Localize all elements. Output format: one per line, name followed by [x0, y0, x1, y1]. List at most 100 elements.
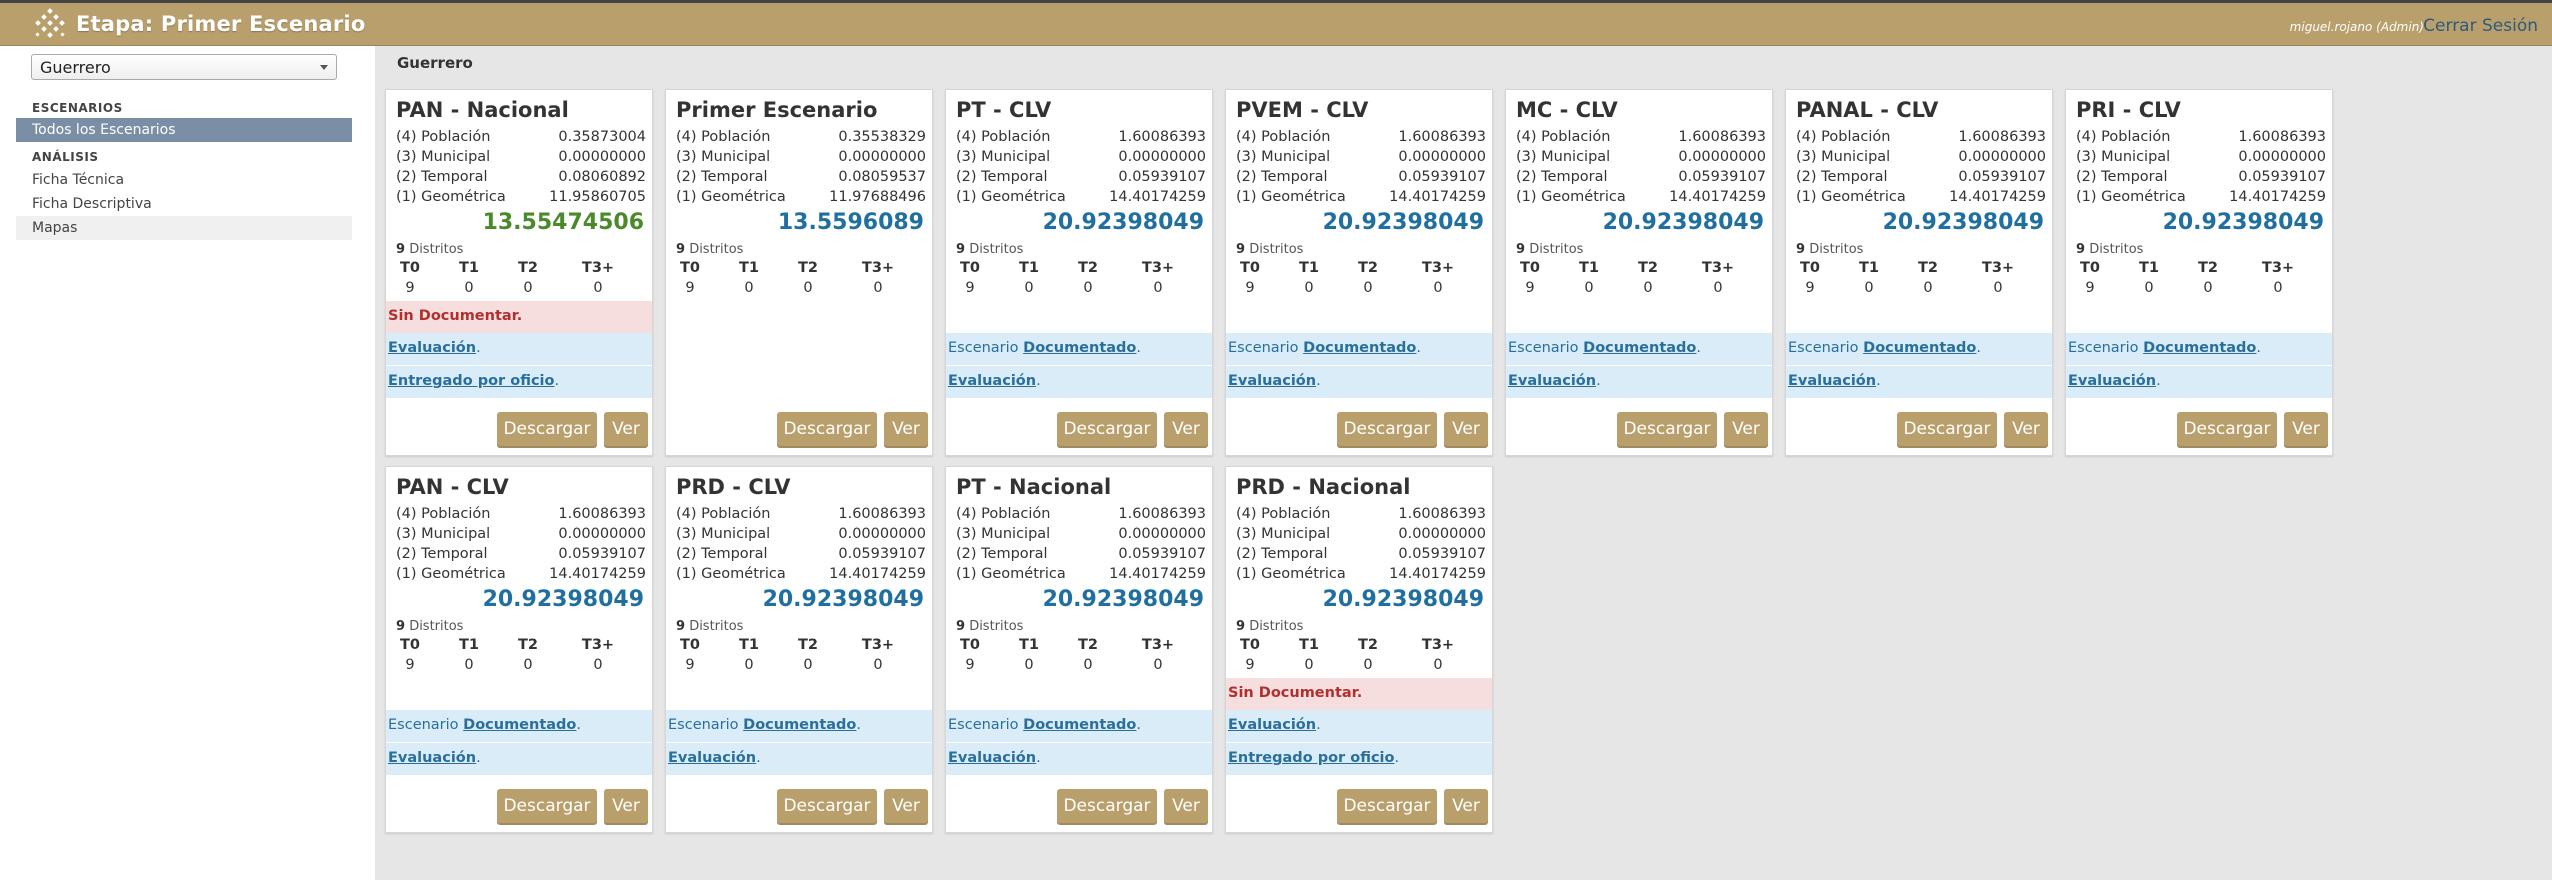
download-button[interactable]: Descargar: [1337, 412, 1437, 448]
documented-link[interactable]: Documentado: [1023, 717, 1136, 733]
status-undocumented: Sin Documentar.: [1226, 678, 1492, 710]
metric-label: (2) Temporal: [2076, 169, 2168, 185]
metric-label: (4) Población: [396, 506, 491, 522]
metric-row: (2) Temporal 0.05939107: [1516, 169, 1766, 189]
tier-value: 9: [1245, 280, 1255, 296]
download-button[interactable]: Descargar: [1057, 412, 1157, 448]
logout-link[interactable]: Cerrar Sesión: [2423, 16, 2538, 36]
evaluation-link[interactable]: Evaluación: [1788, 373, 1876, 389]
metric-value: 1.60086393: [558, 506, 646, 522]
metric-row: (3) Municipal 0.00000000: [1796, 149, 2046, 169]
tier-value: 0: [1304, 657, 1314, 673]
metric-value: 0.05939107: [558, 546, 646, 562]
evaluation-link[interactable]: Evaluación: [2068, 373, 2156, 389]
tier-value: 9: [405, 280, 415, 296]
view-button[interactable]: Ver: [2004, 412, 2048, 448]
tier-header: T2: [798, 637, 818, 653]
view-button[interactable]: Ver: [604, 789, 648, 825]
tier-value: 0: [1083, 280, 1093, 296]
view-button[interactable]: Ver: [1164, 789, 1208, 825]
total-score: 20.92398049: [1882, 210, 2044, 235]
total-score: 20.92398049: [1322, 587, 1484, 612]
documented-link[interactable]: Documentado: [463, 717, 576, 733]
view-button[interactable]: Ver: [1444, 412, 1488, 448]
tier-value: 0: [803, 280, 813, 296]
districts-count: 9 Distritos: [396, 242, 464, 257]
download-button[interactable]: Descargar: [777, 412, 877, 448]
tier-value: 0: [1024, 657, 1034, 673]
evaluation-link[interactable]: Evaluación: [1228, 373, 1316, 389]
tier-header: T1: [1299, 637, 1319, 653]
view-button[interactable]: Ver: [1164, 412, 1208, 448]
view-button[interactable]: Ver: [884, 412, 928, 448]
view-button[interactable]: Ver: [604, 412, 648, 448]
tier-header: T1: [2139, 260, 2159, 276]
documented-band: Escenario Documentado.: [1226, 333, 1492, 365]
tier-header: T2: [1358, 260, 1378, 276]
evaluation-link[interactable]: Evaluación: [1508, 373, 1596, 389]
scenario-card: MC - CLV (4) Población 1.60086393 (3) Mu…: [1505, 89, 1773, 456]
metric-row: (3) Municipal 0.00000000: [1236, 149, 1486, 169]
sidebar-item-ficha-tecnica[interactable]: Ficha Técnica: [16, 168, 352, 192]
evaluation-link[interactable]: Evaluación: [1228, 717, 1316, 733]
download-button[interactable]: Descargar: [1617, 412, 1717, 448]
metric-row: (3) Municipal 0.00000000: [956, 526, 1206, 546]
documented-link[interactable]: Documentado: [1863, 340, 1976, 356]
tier-value: 0: [1304, 280, 1314, 296]
view-button[interactable]: Ver: [1444, 789, 1488, 825]
scenario-card: PT - CLV (4) Población 1.60086393 (3) Mu…: [945, 89, 1213, 456]
scenario-card: PRD - Nacional (4) Población 1.60086393 …: [1225, 466, 1493, 833]
documented-link[interactable]: Documentado: [1303, 340, 1416, 356]
metric-value: 14.40174259: [829, 566, 926, 582]
scenario-card: PRI - CLV (4) Población 1.60086393 (3) M…: [2065, 89, 2333, 456]
documented-link[interactable]: Documentado: [1023, 340, 1136, 356]
top-bar: Etapa: Primer Escenario miguel.rojano (A…: [0, 0, 2552, 46]
metric-value: 0.05939107: [1398, 546, 1486, 562]
metric-row: (1) Geométrica 11.95860705: [396, 189, 646, 209]
evaluation-band: Evaluación.: [386, 333, 652, 365]
evaluation-link[interactable]: Evaluación: [388, 340, 476, 356]
evaluation-link[interactable]: Evaluación: [948, 750, 1036, 766]
metric-row: (2) Temporal 0.05939107: [676, 546, 926, 566]
scenario-word: Escenario: [948, 340, 1019, 356]
delivered-band: Entregado por oficio.: [1226, 743, 1492, 775]
download-button[interactable]: Descargar: [1057, 789, 1157, 825]
tier-value: 0: [1993, 280, 2003, 296]
metric-value: 0.00000000: [558, 149, 646, 165]
metric-label: (2) Temporal: [676, 169, 768, 185]
documented-link[interactable]: Documentado: [743, 717, 856, 733]
delivered-link[interactable]: Entregado por oficio: [388, 373, 554, 389]
evaluation-link[interactable]: Evaluación: [948, 373, 1036, 389]
metric-value: 1.60086393: [1118, 506, 1206, 522]
download-button[interactable]: Descargar: [1337, 789, 1437, 825]
evaluation-link[interactable]: Evaluación: [668, 750, 756, 766]
view-button[interactable]: Ver: [884, 789, 928, 825]
view-button[interactable]: Ver: [1724, 412, 1768, 448]
sidebar-item-all-scenarios[interactable]: Todos los Escenarios: [16, 118, 352, 142]
sidebar-item-mapas[interactable]: Mapas: [16, 216, 352, 240]
documented-link[interactable]: Documentado: [2143, 340, 2256, 356]
sidebar-item-ficha-descriptiva[interactable]: Ficha Descriptiva: [16, 192, 352, 216]
metric-value: 1.60086393: [1398, 506, 1486, 522]
download-button[interactable]: Descargar: [2177, 412, 2277, 448]
evaluation-band: Evaluación.: [386, 743, 652, 775]
documented-link[interactable]: Documentado: [1583, 340, 1696, 356]
view-button[interactable]: Ver: [2284, 412, 2328, 448]
state-select[interactable]: Guerrero: [31, 54, 337, 80]
metric-label: (4) Población: [956, 506, 1051, 522]
delivered-link[interactable]: Entregado por oficio: [1228, 750, 1394, 766]
download-button[interactable]: Descargar: [497, 789, 597, 825]
tier-header: T2: [518, 637, 538, 653]
tier-value: 0: [744, 280, 754, 296]
scenario-word: Escenario: [388, 717, 459, 733]
districts-count: 9 Distritos: [1516, 242, 1584, 257]
evaluation-link[interactable]: Evaluación: [388, 750, 476, 766]
metric-row: (2) Temporal 0.05939107: [956, 169, 1206, 189]
districts-count: 9 Distritos: [956, 242, 1024, 257]
tier-header: T3+: [581, 637, 615, 653]
download-button[interactable]: Descargar: [777, 789, 877, 825]
download-button[interactable]: Descargar: [497, 412, 597, 448]
download-button[interactable]: Descargar: [1897, 412, 1997, 448]
tier-value: 0: [803, 657, 813, 673]
metric-row: (3) Municipal 0.00000000: [1516, 149, 1766, 169]
